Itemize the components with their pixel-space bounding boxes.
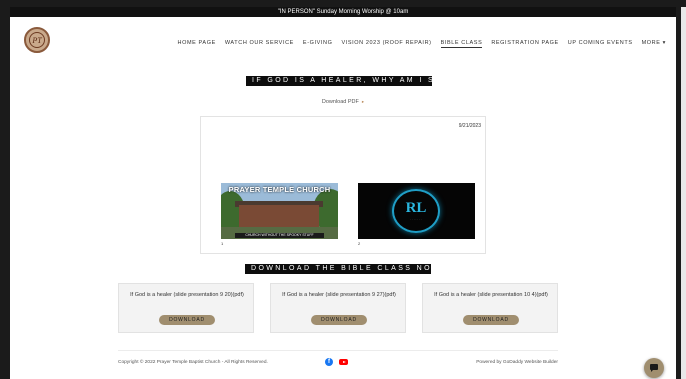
chat-icon[interactable] [644,358,664,378]
note-card-text: If God is a healer (slide presentation 9… [130,292,244,298]
logo-icon[interactable]: PT [24,27,50,53]
nav-item-bible-class[interactable]: BIBLE CLASS [440,40,483,48]
slide-number: 1 [221,241,224,246]
main-nav: HOME PAGE WATCH OUR SERVICE E-GIVING VIS… [178,40,666,48]
notes-cards: If God is a healer (slide presentation 9… [118,283,558,333]
download-pdf-label: Download PDF [321,99,359,105]
footer-powered-by[interactable]: Powered by GoDaddy Website Builder [476,360,558,365]
nav-item-vision-2023[interactable]: VISION 2023 (ROOF REPAIR) [341,40,431,48]
nav-item-more[interactable]: MORE ▾ [642,40,666,48]
slide-2-logo-sub: · · · · · · · [410,217,422,221]
facebook-icon[interactable]: f [325,358,333,366]
footer-copyright: Copyright © 2022 Prayer Temple Baptist C… [118,360,268,365]
pdf-viewer[interactable]: 9/21/2023 PRAYER TEMPLE CHURCH CHURCH WI… [200,116,486,254]
nav-item-e-giving[interactable]: E-GIVING [303,40,333,48]
download-pdf-link[interactable]: Download PDF ▸ [10,99,676,105]
page: "IN PERSON" Sunday Morning Worship @ 10a… [10,7,676,379]
announcement-bar: "IN PERSON" Sunday Morning Worship @ 10a… [10,7,676,17]
nav-item-upcoming-events[interactable]: UP COMING EVENTS [568,40,633,48]
logo-monogram: PT [29,32,45,48]
nav-item-watch-service[interactable]: WATCH OUR SERVICE [225,40,294,48]
slide-thumbnail-2[interactable]: RL · · · · · · · [358,183,475,239]
note-card-text: If God is a healer (slide presentation 1… [434,292,548,298]
arrow-right-icon: ▸ [361,99,365,104]
lesson-title: IF GOD IS A HEALER, WHY AM I SICK? [246,76,458,86]
youtube-icon[interactable] [339,359,348,365]
nav-item-registration[interactable]: REGISTRATION PAGE [491,40,558,48]
download-button[interactable]: DOWNLOAD [159,315,215,325]
slide-1-caption: CHURCH WITHOUT THE SPOOKY STUFF [235,233,324,238]
slide-2-logo-ring: RL · · · · · · · [392,189,440,233]
nav-item-home[interactable]: HOME PAGE [178,40,216,48]
note-card: If God is a healer (slide presentation 1… [422,283,558,333]
note-card: If God is a healer (slide presentation 9… [118,283,254,333]
page-scrollbar[interactable] [681,7,686,379]
pdf-date: 9/21/2023 [458,123,481,129]
notes-title: DOWNLOAD THE BIBLE CLASS NOTES [245,264,450,274]
slide-1-title: PRAYER TEMPLE CHURCH [228,185,331,194]
slide-number: 2 [358,241,361,246]
slide-thumbnail-1[interactable]: PRAYER TEMPLE CHURCH CHURCH WITHOUT THE … [221,183,338,239]
note-card: If God is a healer (slide presentation 9… [270,283,406,333]
slide-building [239,205,319,227]
download-button[interactable]: DOWNLOAD [311,315,367,325]
download-button[interactable]: DOWNLOAD [463,315,519,325]
note-card-text: If God is a healer (slide presentation 9… [282,292,396,298]
slide-2-logo-text: RL [405,200,427,216]
footer-divider [118,350,558,351]
